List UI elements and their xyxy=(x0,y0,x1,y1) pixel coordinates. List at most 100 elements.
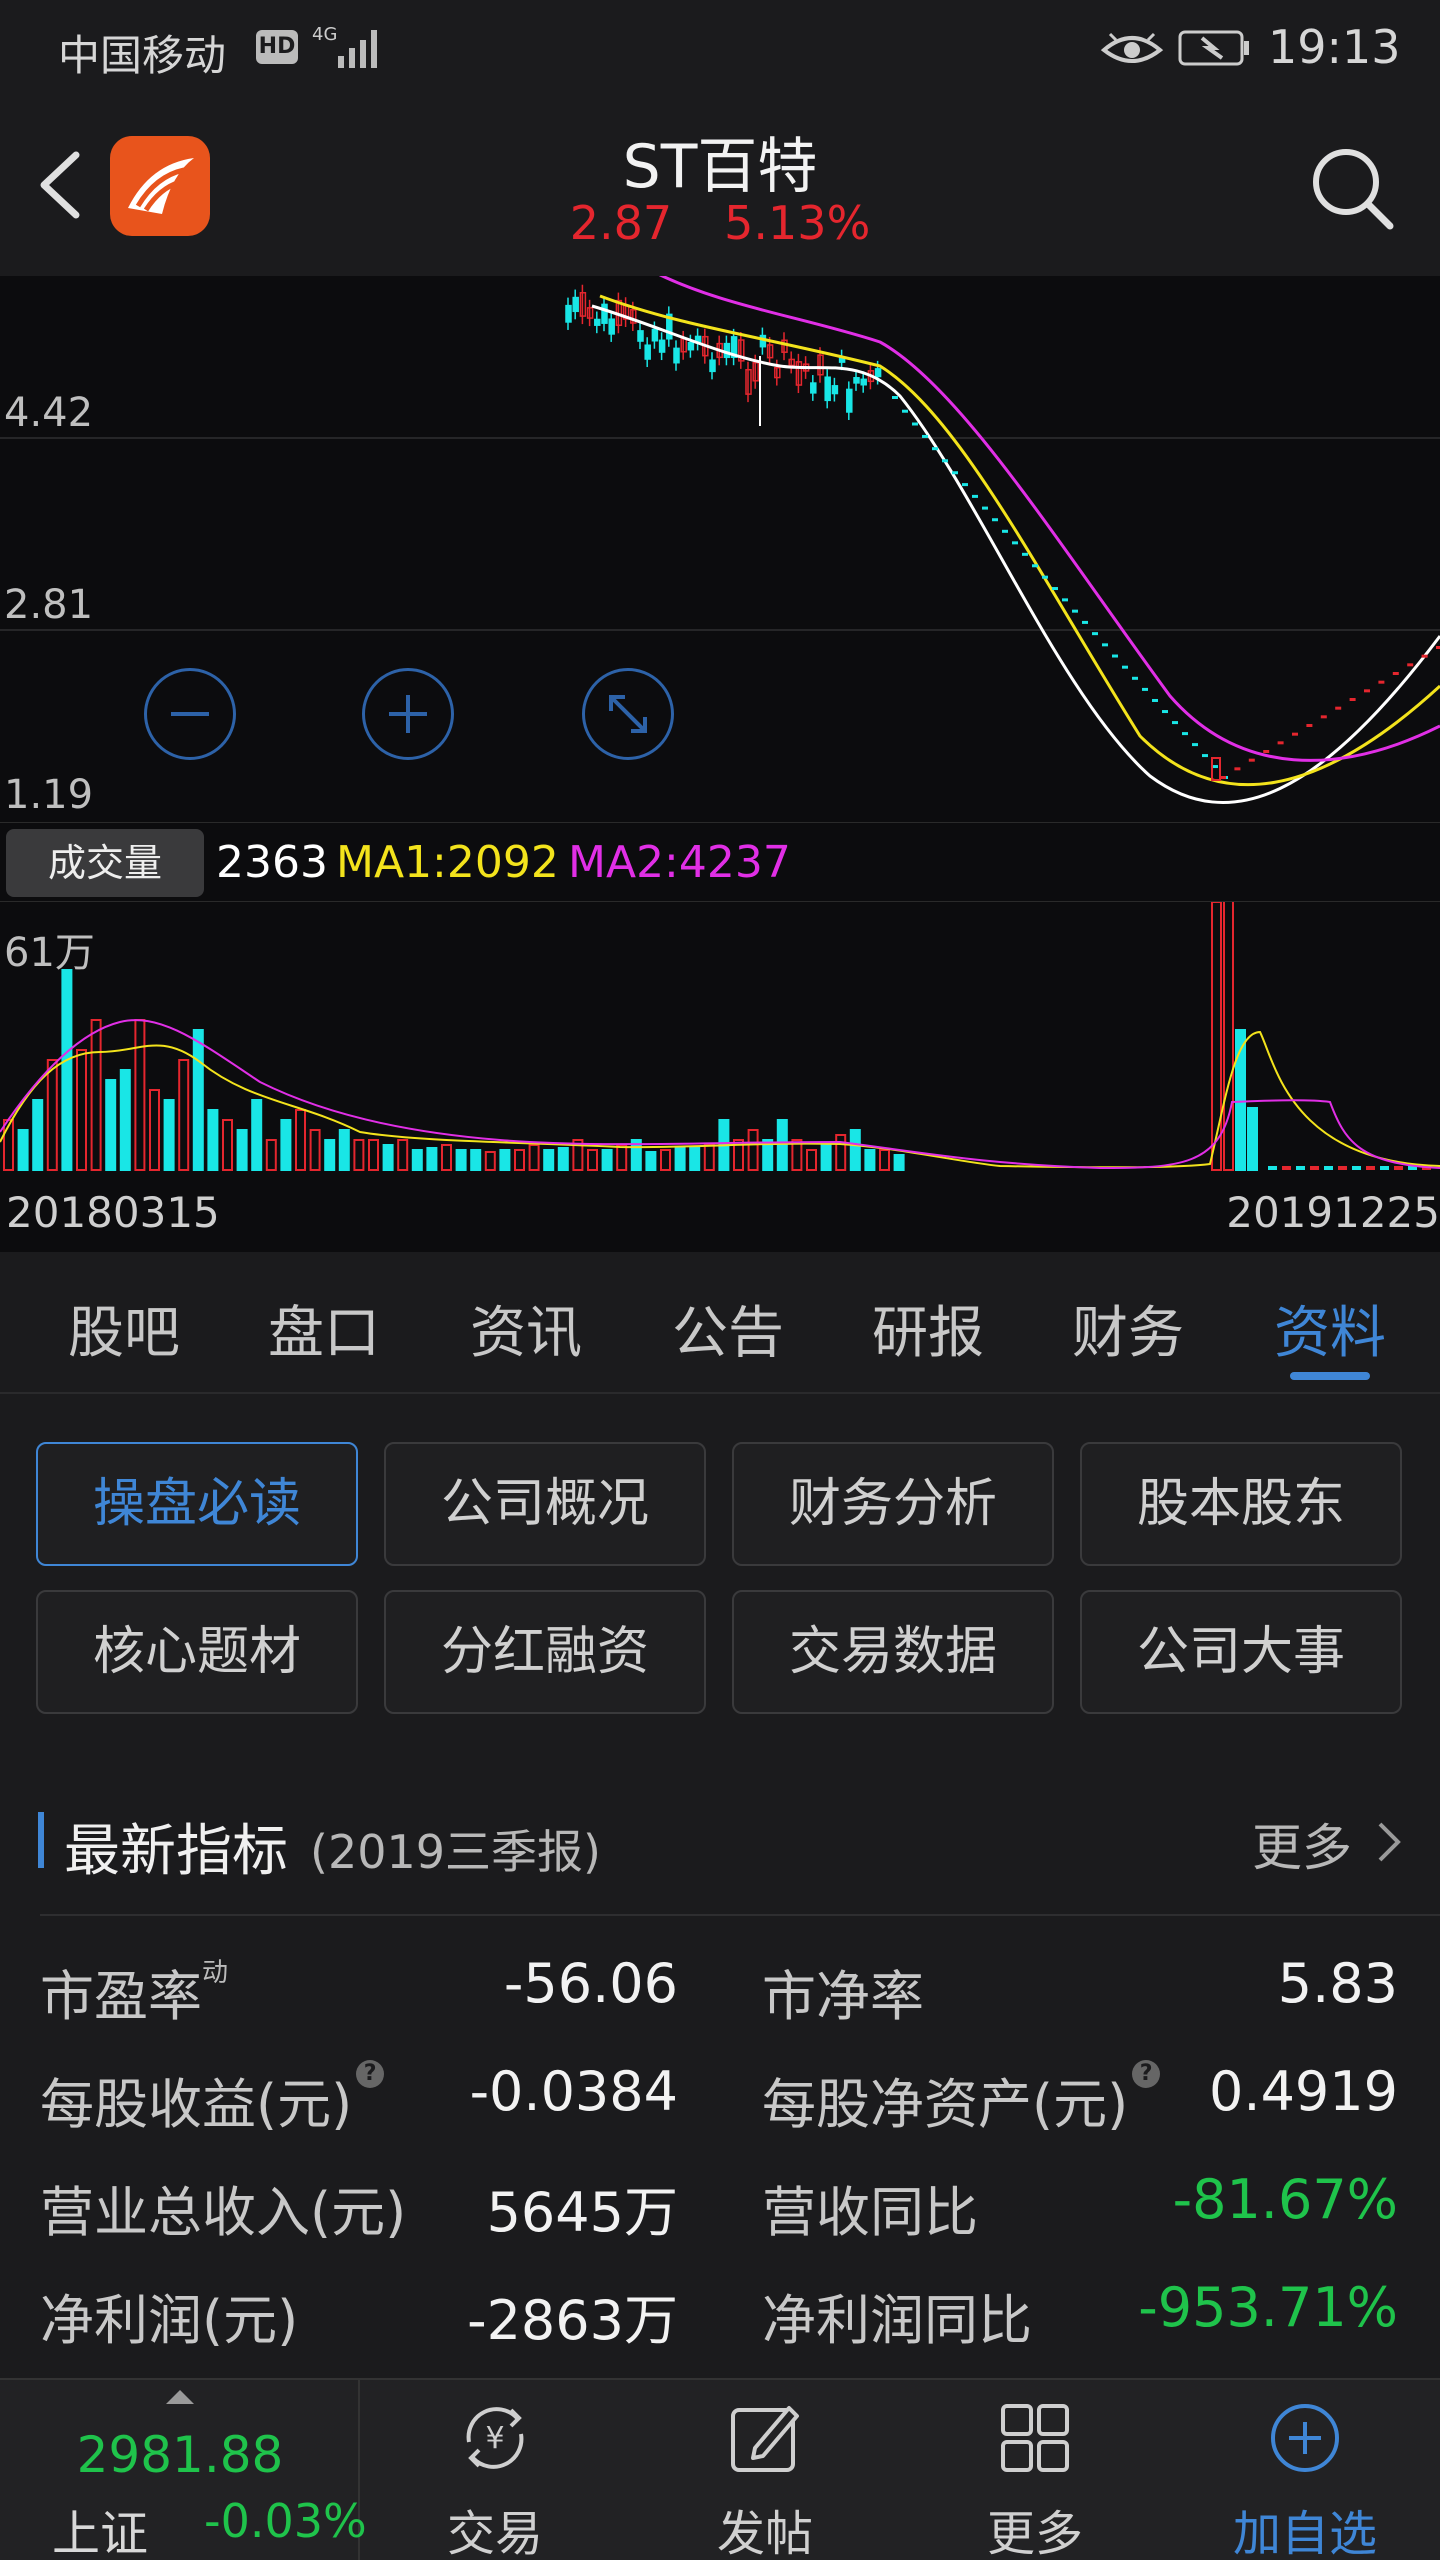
volume-bar xyxy=(470,1149,482,1171)
fullscreen-button[interactable] xyxy=(582,668,674,760)
volume-bar xyxy=(776,1119,788,1171)
volume-bar xyxy=(820,1144,832,1171)
candle xyxy=(666,306,673,347)
volume-bar xyxy=(1352,1166,1361,1170)
stock-header: ST百特 2.87 5.13% xyxy=(0,100,1440,276)
status-bar: 中国移动 HD 4G 19:13 xyxy=(0,0,1440,100)
chevron-right-icon[interactable] xyxy=(1374,1818,1404,1866)
section-dividends[interactable]: 分红融资 xyxy=(384,1590,706,1714)
section-trade-data[interactable]: 交易数据 xyxy=(732,1590,1054,1714)
nav-more-label: 更多 xyxy=(986,2506,1083,2560)
trail-candle xyxy=(972,494,978,498)
trail-candle xyxy=(1022,552,1028,556)
index-name: 上证 xyxy=(52,2506,149,2560)
volume-bar xyxy=(338,1129,350,1171)
section-accent-bar xyxy=(38,1812,44,1868)
trail-candle xyxy=(1142,687,1148,691)
candle xyxy=(673,340,680,371)
trail-candle xyxy=(1092,632,1098,636)
trail-candle xyxy=(1378,680,1385,684)
ma-magenta-line xyxy=(658,276,1440,762)
zoom-in-button[interactable] xyxy=(362,668,454,760)
volume-bar xyxy=(703,1144,715,1171)
section-must-read[interactable]: 操盘必读 xyxy=(36,1442,358,1566)
section-shareholders[interactable]: 股本股东 xyxy=(1080,1442,1402,1566)
help-icon[interactable]: ? xyxy=(1132,2060,1161,2088)
trail-candle xyxy=(1421,654,1428,658)
volume-bar xyxy=(441,1144,452,1171)
tab-finance[interactable]: 财务 xyxy=(1048,1288,1208,1369)
trail-candle xyxy=(1349,698,1356,701)
volume-bar xyxy=(455,1149,467,1171)
help-icon[interactable]: ? xyxy=(356,2060,385,2088)
candle xyxy=(608,311,615,342)
candle xyxy=(586,299,594,327)
trail-candle xyxy=(1292,732,1298,736)
candle xyxy=(594,311,601,334)
candle xyxy=(788,351,795,374)
candle xyxy=(622,297,630,328)
volume-bar xyxy=(879,1149,890,1171)
trail-candle xyxy=(1172,721,1178,725)
pe-ratio-label-text: 市盈率 xyxy=(40,1965,202,2028)
zoom-out-button[interactable] xyxy=(144,668,236,760)
trail-candle xyxy=(1162,710,1168,714)
volume-bar xyxy=(295,1109,306,1171)
nav-trade[interactable]: ¥ 交易 xyxy=(360,2380,630,2560)
price-label-mid: 2.81 xyxy=(4,582,94,628)
trail-candle xyxy=(1002,529,1008,533)
indicators-period: (2019三季报) xyxy=(310,1825,601,1879)
more-link[interactable]: 更多 xyxy=(1252,1808,1352,1880)
trail-candle xyxy=(1436,646,1440,649)
tab-research[interactable]: 研报 xyxy=(848,1288,1008,1369)
candle xyxy=(565,297,572,330)
volume-bar xyxy=(280,1119,292,1171)
tab-announcements[interactable]: 公告 xyxy=(648,1288,808,1369)
nav-more[interactable]: 更多 xyxy=(900,2380,1170,2560)
tab-profile[interactable]: 资料 xyxy=(1250,1288,1410,1369)
trail-candle xyxy=(1306,724,1313,727)
kline-chart[interactable]: 4.42 2.81 1.19 xyxy=(0,276,1440,822)
volume-bar xyxy=(251,1099,263,1171)
trail-candle xyxy=(1052,587,1058,591)
nav-add-watchlist-label: 加自选 xyxy=(1232,2506,1377,2560)
expand-up-icon[interactable] xyxy=(166,2390,194,2404)
tab-news[interactable]: 资讯 xyxy=(446,1288,606,1369)
section-company-overview[interactable]: 公司概况 xyxy=(384,1442,706,1566)
tab-pankou[interactable]: 盘口 xyxy=(244,1288,404,1369)
search-icon[interactable] xyxy=(1304,140,1400,236)
tab-guba[interactable]: 股吧 xyxy=(44,1288,204,1369)
trail-candle xyxy=(932,447,938,451)
nav-add-watchlist[interactable]: 加自选 xyxy=(1170,2380,1440,2560)
volume-bar xyxy=(1211,902,1222,1171)
volume-canvas xyxy=(0,902,1440,1171)
volume-bar xyxy=(616,1144,628,1171)
quote-line: 2.87 5.13% xyxy=(0,196,1440,250)
volume-chart[interactable]: 61万 xyxy=(0,902,1440,1172)
volume-header: 成交量 2363 MA1:2092 MA2:4237 xyxy=(0,822,1440,902)
volume-bar xyxy=(601,1149,613,1171)
grid-icon xyxy=(1001,2404,1069,2472)
nav-post[interactable]: 发帖 xyxy=(630,2380,900,2560)
volume-bar xyxy=(46,1059,58,1171)
revenue-yoy-label: 营收同比 xyxy=(762,2181,978,2244)
volume-indicator-button[interactable]: 成交量 xyxy=(6,829,204,897)
trail-candle xyxy=(1364,689,1370,693)
eps-value: -0.0384 xyxy=(469,2060,678,2123)
candle xyxy=(831,377,839,402)
section-major-events[interactable]: 公司大事 xyxy=(1080,1590,1402,1714)
market-index-widget[interactable]: 2981.88 上证 -0.03% xyxy=(0,2380,367,2560)
trail-candle xyxy=(1062,598,1068,602)
trail-candle xyxy=(1192,743,1198,747)
section-core-themes[interactable]: 核心题材 xyxy=(36,1590,358,1714)
index-change: -0.03% xyxy=(204,2494,367,2548)
section-financial-analysis[interactable]: 财务分析 xyxy=(732,1442,1054,1566)
volume-bar xyxy=(689,1147,701,1171)
volume-bar xyxy=(353,1139,365,1171)
bvps-value: 0.4919 xyxy=(1209,2060,1398,2123)
volume-bar xyxy=(1380,1166,1389,1170)
volume-bar xyxy=(543,1149,555,1171)
candle xyxy=(745,361,752,403)
decline-trail xyxy=(892,396,1440,781)
net-profit-label: 净利润(元) xyxy=(40,2289,299,2352)
